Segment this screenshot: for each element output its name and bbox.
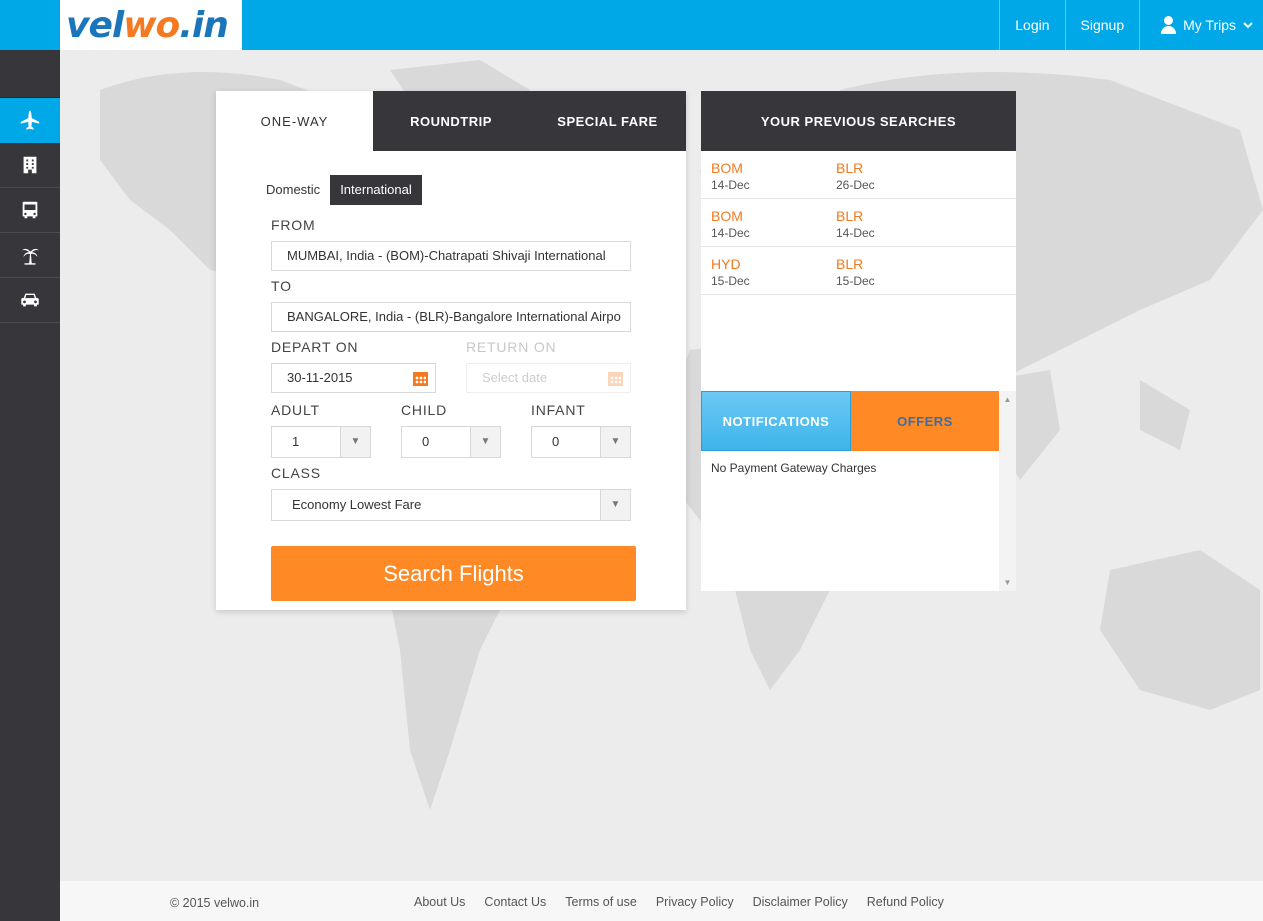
bus-icon — [22, 201, 38, 219]
adult-value: 1 — [292, 434, 300, 449]
origin-date: 15-Dec — [711, 274, 750, 288]
copyright: © 2015 velwo.in — [170, 896, 260, 910]
origin-code: HYD — [711, 256, 741, 272]
origin-code: BOM — [711, 160, 743, 176]
sidebar-item-holidays[interactable] — [0, 233, 60, 278]
footer-links: About Us Contact Us Terms of use Privacy… — [414, 895, 944, 909]
origin-date: 14-Dec — [711, 226, 750, 240]
sidebar-item-bus[interactable] — [0, 188, 60, 233]
previous-search-row[interactable]: BOM 14-Dec BLR 26-Dec — [701, 151, 1016, 199]
scrollbar[interactable]: ▲ ▼ — [999, 391, 1016, 591]
to-label: TO — [271, 278, 292, 294]
tab-one-way[interactable]: ONE-WAY — [216, 91, 373, 151]
scroll-up-icon[interactable]: ▲ — [999, 395, 1016, 404]
tab-offers[interactable]: OFFERS — [851, 391, 999, 451]
class-select[interactable]: Economy Lowest Fare ▼ — [271, 489, 631, 521]
origin-code: BOM — [711, 208, 743, 224]
sidebar — [0, 50, 60, 921]
tab-special-fare[interactable]: SPECIAL FARE — [529, 91, 686, 151]
return-label: RETURN ON — [466, 339, 557, 355]
destination-date: 14-Dec — [836, 226, 875, 240]
sidebar-spacer — [0, 50, 60, 98]
notification-tabs: NOTIFICATIONS OFFERS — [701, 391, 999, 451]
depart-label: DEPART ON — [271, 339, 359, 355]
previous-search-row[interactable]: HYD 15-Dec BLR 15-Dec — [701, 247, 1016, 295]
calendar-icon[interactable] — [608, 372, 623, 386]
top-nav: Login Signup My Trips — [999, 0, 1263, 50]
return-date-input[interactable]: Select date — [466, 363, 631, 393]
international-toggle[interactable]: International — [330, 175, 422, 205]
footer-link-refund[interactable]: Refund Policy — [867, 895, 944, 909]
dropdown-arrow-icon: ▼ — [340, 427, 370, 457]
trip-type-tabs: ONE-WAY ROUNDTRIP SPECIAL FARE — [216, 91, 686, 151]
to-input[interactable]: BANGALORE, India - (BLR)-Bangalore Inter… — [271, 302, 631, 332]
sidebar-item-hotels[interactable] — [0, 143, 60, 188]
user-icon — [1160, 15, 1178, 35]
depart-date-input[interactable]: 30-11-2015 — [271, 363, 436, 393]
footer-link-terms[interactable]: Terms of use — [565, 895, 637, 909]
destination-date: 15-Dec — [836, 274, 875, 288]
adult-select[interactable]: 1 ▼ — [271, 426, 371, 458]
child-select[interactable]: 0 ▼ — [401, 426, 501, 458]
login-link[interactable]: Login — [999, 0, 1064, 50]
top-bar: velwo.in Login Signup My Trips — [0, 0, 1263, 50]
footer-link-contact[interactable]: Contact Us — [484, 895, 546, 909]
chevron-down-icon — [1243, 18, 1253, 32]
tab-roundtrip[interactable]: ROUNDTRIP — [373, 91, 529, 151]
infant-value: 0 — [552, 434, 560, 449]
from-label: FROM — [271, 217, 316, 233]
destination-code: BLR — [836, 256, 864, 272]
dropdown-arrow-icon: ▼ — [470, 427, 500, 457]
adult-label: ADULT — [271, 402, 320, 418]
destination-code: BLR — [836, 160, 864, 176]
previous-searches-panel: YOUR PREVIOUS SEARCHES BOM 14-Dec BLR 26… — [701, 91, 1016, 391]
my-trips-label: My Trips — [1183, 17, 1236, 33]
car-icon — [21, 293, 39, 307]
infant-label: INFANT — [531, 402, 586, 418]
sidebar-item-flights[interactable] — [0, 98, 60, 143]
dropdown-arrow-icon: ▼ — [600, 427, 630, 457]
scroll-down-icon[interactable]: ▼ — [999, 578, 1016, 587]
search-flights-button[interactable]: Search Flights — [271, 546, 636, 601]
previous-searches-title: YOUR PREVIOUS SEARCHES — [701, 91, 1016, 151]
depart-date-value: 30-11-2015 — [287, 370, 353, 385]
previous-search-row[interactable]: BOM 14-Dec BLR 14-Dec — [701, 199, 1016, 247]
footer-link-disclaimer[interactable]: Disclaimer Policy — [753, 895, 848, 909]
my-trips-menu[interactable]: My Trips — [1139, 0, 1263, 50]
logo[interactable]: velwo.in — [60, 0, 242, 50]
destination-date: 26-Dec — [836, 178, 875, 192]
class-label: CLASS — [271, 465, 321, 481]
dropdown-arrow-icon: ▼ — [600, 490, 630, 520]
plane-icon — [20, 110, 40, 130]
child-label: CHILD — [401, 402, 448, 418]
signup-link[interactable]: Signup — [1064, 0, 1140, 50]
domestic-international-switch: Domestic International — [262, 175, 422, 205]
footer-link-privacy[interactable]: Privacy Policy — [656, 895, 734, 909]
infant-select[interactable]: 0 ▼ — [531, 426, 631, 458]
origin-date: 14-Dec — [711, 178, 750, 192]
class-value: Economy Lowest Fare — [292, 497, 422, 512]
footer-link-about[interactable]: About Us — [414, 895, 465, 909]
hotel-icon — [23, 156, 37, 174]
tab-notifications[interactable]: NOTIFICATIONS — [701, 391, 851, 451]
footer: © 2015 velwo.in About Us Contact Us Term… — [60, 881, 1263, 921]
logo-text: velwo.in — [66, 4, 229, 46]
from-input[interactable]: MUMBAI, India - (BOM)-Chatrapati Shivaji… — [271, 241, 631, 271]
child-value: 0 — [422, 434, 430, 449]
notifications-panel: NOTIFICATIONS OFFERS No Payment Gateway … — [701, 391, 1016, 591]
calendar-icon[interactable] — [413, 372, 428, 386]
notification-text: No Payment Gateway Charges — [711, 461, 877, 475]
domestic-toggle[interactable]: Domestic — [262, 175, 330, 205]
sidebar-item-cars[interactable] — [0, 278, 60, 323]
return-date-placeholder: Select date — [482, 370, 548, 385]
flight-search-card: ONE-WAY ROUNDTRIP SPECIAL FARE Domestic … — [216, 91, 686, 610]
destination-code: BLR — [836, 208, 864, 224]
palm-tree-icon — [21, 248, 40, 265]
